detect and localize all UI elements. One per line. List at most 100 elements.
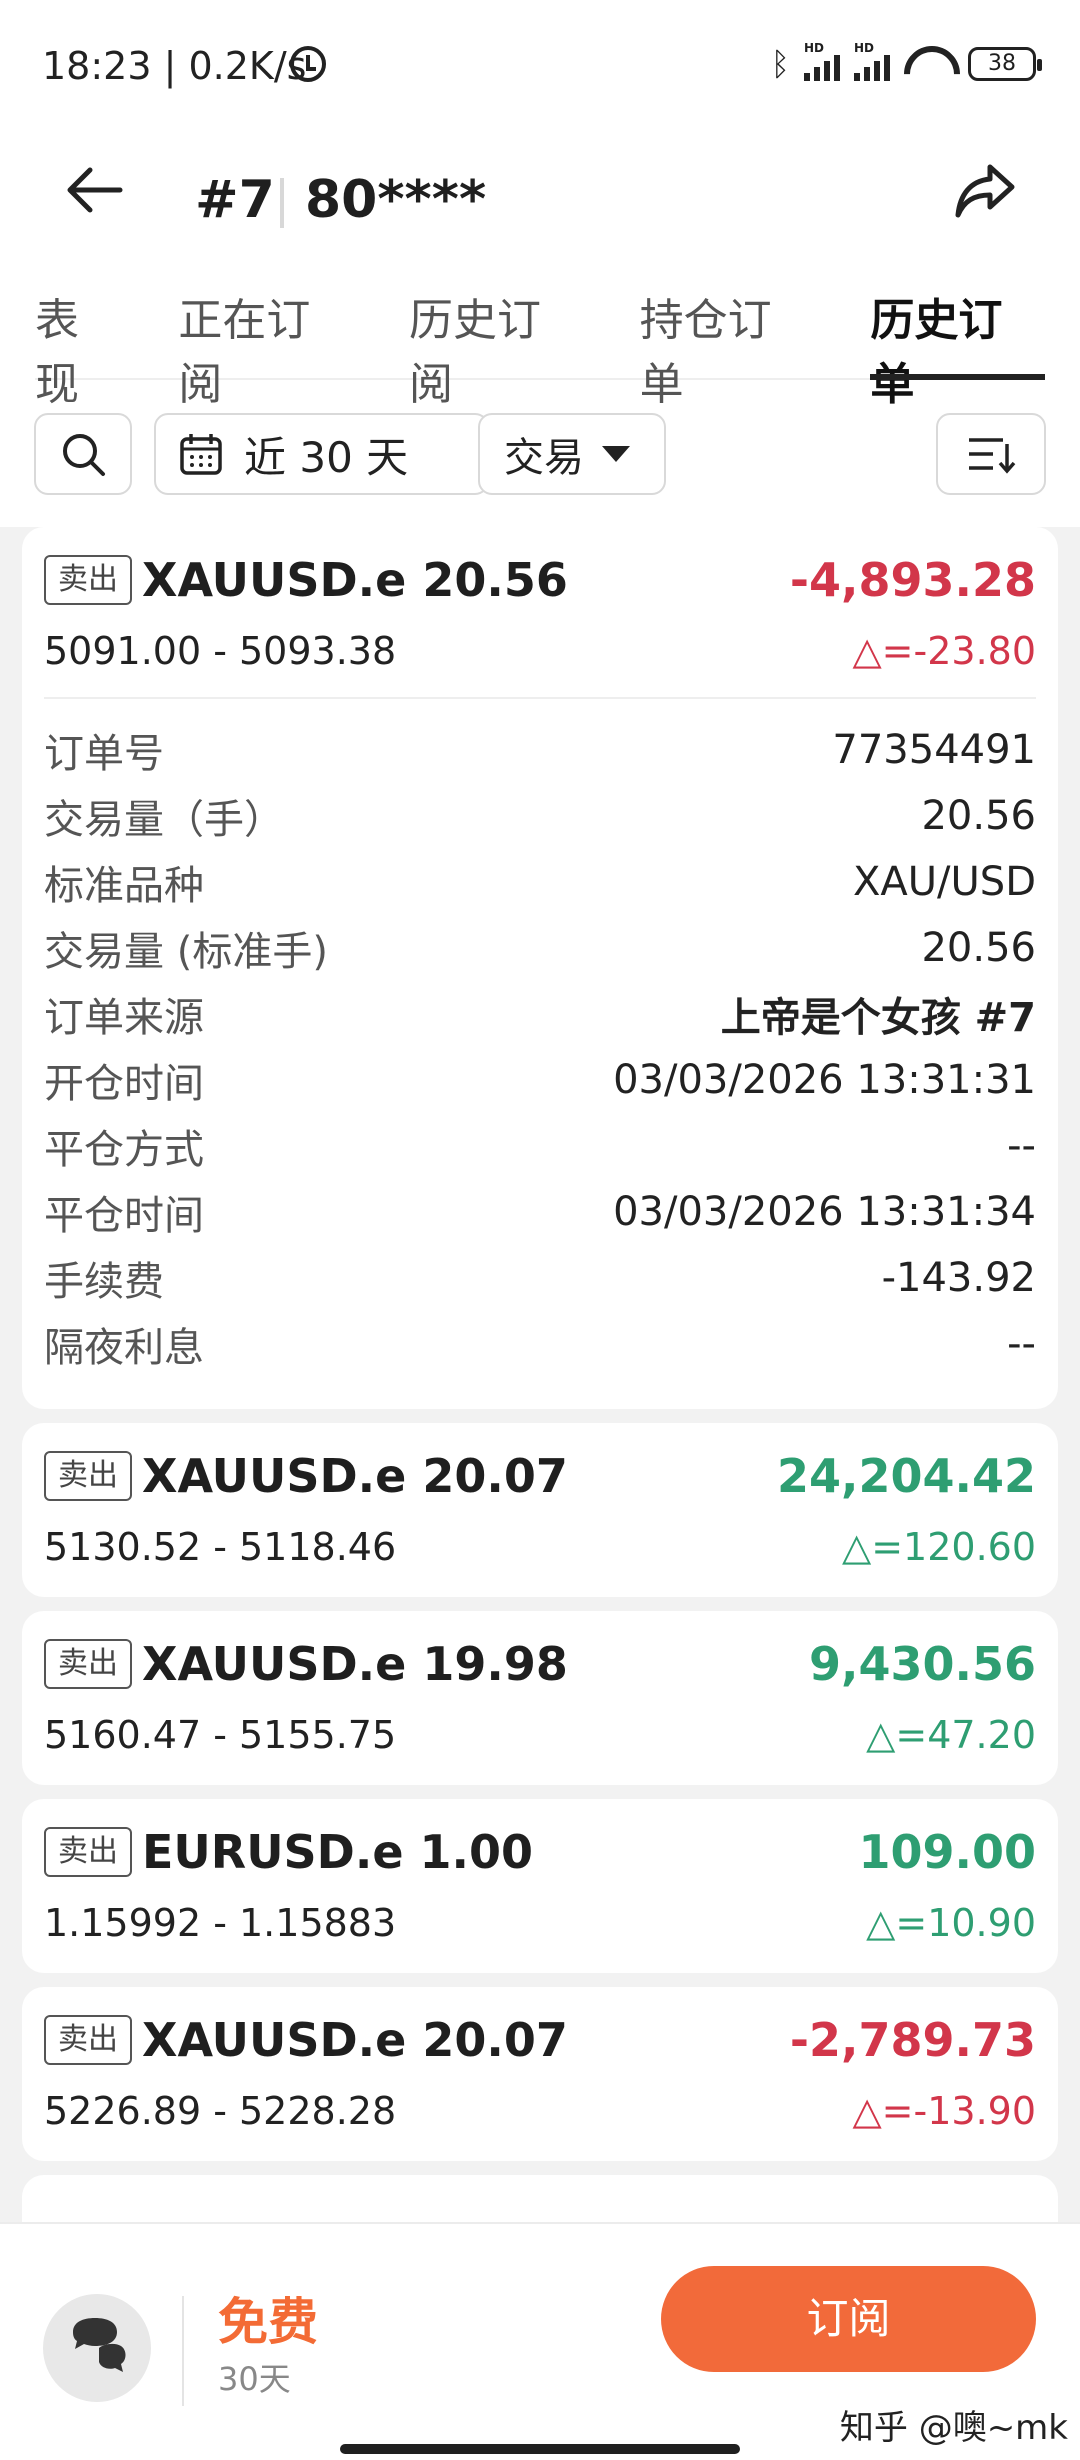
detail-value: XAU/USD [853,859,1036,905]
side-badge: 卖出 [44,1639,132,1689]
detail-row: 开仓时间 03/03/2026 13:31:31 [44,1047,1036,1113]
detail-label: 手续费 [44,1259,164,1305]
detail-row: 平仓时间 03/03/2026 13:31:34 [44,1179,1036,1245]
home-indicator[interactable] [340,2444,740,2454]
type-filter-label: 交易 [504,435,584,481]
tab-open-positions[interactable]: 持仓订单 [640,270,815,410]
order-delta: △=10.90 [866,1901,1036,1945]
status-time: 18:23 | 0.2K/s [42,44,307,88]
order-card[interactable]: 卖出 XAUUSD.e 20.56 -4,893.28 5091.00 - 50… [22,527,1058,1409]
order-prices: 5226.89 - 5228.28 [44,2089,397,2133]
order-symbol: XAUUSD.e 20.56 [142,553,568,607]
detail-label: 标准品种 [44,863,204,909]
app-header: #7 80**** [0,130,1080,250]
subscribe-button[interactable]: 订阅 [661,2266,1036,2372]
detail-label: 平仓方式 [44,1127,204,1173]
tab-history-subscriptions[interactable]: 历史订阅 [409,270,584,410]
filter-row: 近 30 天 交易 [34,413,1046,495]
detail-label: 订单号 [44,731,164,777]
detail-value: -- [1007,1123,1036,1169]
bluetooth-icon: ᛒ [770,45,790,83]
subscribe-bar: 免费 30天 订阅 知乎 @噢~mk [0,2222,1080,2460]
detail-label: 开仓时间 [44,1061,204,1107]
order-prices: 5130.52 - 5118.46 [44,1525,397,1569]
detail-row: 订单来源 上帝是个女孩 #7 [44,981,1036,1047]
order-card[interactable]: 卖出 XAUUSD.e 19.98 9,430.56 5160.47 - 515… [22,1611,1058,1785]
order-delta: △=-13.90 [852,2089,1036,2133]
bar-divider [182,2296,184,2406]
detail-value: 03/03/2026 13:31:34 [613,1189,1036,1235]
share-icon[interactable] [950,155,1020,225]
detail-label: 平仓时间 [44,1193,204,1239]
order-pnl: -4,893.28 [789,553,1036,607]
side-badge: 卖出 [44,555,132,605]
signal-icon: HD [854,41,890,81]
order-delta: △=-23.80 [852,629,1036,673]
date-range-filter[interactable]: 近 30 天 [154,413,489,495]
tab-bar: 表现 正在订阅 历史订阅 持仓订单 历史订单 [35,270,1045,410]
signal-icon: HD [804,41,840,81]
detail-row: 交易量（手） 20.56 [44,783,1036,849]
order-card[interactable] [22,2175,1058,2222]
search-button[interactable] [34,413,132,495]
alarm-icon [290,46,326,82]
search-icon [63,434,105,476]
status-bar: 18:23 | 0.2K/s ᛒ HD HD 38 [0,0,1080,130]
order-pnl: 9,430.56 [809,1637,1036,1691]
detail-label: 订单来源 [44,995,204,1041]
order-prices: 1.15992 - 1.15883 [44,1901,397,1945]
order-symbol: EURUSD.e 1.00 [142,1825,534,1879]
detail-label: 交易量（手） [44,797,284,843]
side-badge: 卖出 [44,1827,132,1877]
order-pnl: 109.00 [858,1825,1036,1879]
back-arrow-icon[interactable] [60,155,130,225]
sort-button[interactable] [936,413,1046,495]
battery-icon: 38 [968,47,1042,81]
caret-down-icon [602,446,630,462]
account-id: #7 [195,170,275,230]
type-filter-dropdown[interactable]: 交易 [478,413,666,495]
detail-value: 上帝是个女孩 #7 [720,995,1036,1041]
detail-row: 标准品种 XAU/USD [44,849,1036,915]
detail-row: 平仓方式 -- [44,1113,1036,1179]
detail-row: 订单号 77354491 [44,717,1036,783]
order-symbol: XAUUSD.e 20.07 [142,2013,568,2067]
tab-history-orders[interactable]: 历史订单 [870,270,1045,410]
order-delta: △=47.20 [866,1713,1036,1757]
sort-icon [969,438,1016,474]
side-badge: 卖出 [44,2015,132,2065]
detail-row: 隔夜利息 -- [44,1311,1036,1377]
subscription-period: 30天 [218,2360,291,2398]
date-range-label: 近 30 天 [244,432,409,482]
detail-value: 20.56 [921,793,1036,839]
chat-bubble-icon [73,2318,126,2372]
orders-list: 卖出 XAUUSD.e 20.56 -4,893.28 5091.00 - 50… [0,527,1080,2222]
side-badge: 卖出 [44,1451,132,1501]
detail-row: 手续费 -143.92 [44,1245,1036,1311]
detail-label: 交易量 (标准手) [44,929,328,975]
calendar-icon [180,434,222,475]
tab-active-subscriptions[interactable]: 正在订阅 [178,270,353,410]
title-divider [280,178,284,228]
order-card[interactable]: 卖出 XAUUSD.e 20.07 24,204.42 5130.52 - 51… [22,1423,1058,1597]
watermark: 知乎 @噢~mk [839,2408,1068,2448]
detail-row: 交易量 (标准手) 20.56 [44,915,1036,981]
order-prices: 5160.47 - 5155.75 [44,1713,397,1757]
detail-value: 03/03/2026 13:31:31 [613,1057,1036,1103]
detail-label: 隔夜利息 [44,1325,204,1371]
order-details: 订单号 77354491 交易量（手） 20.56 标准品种 XAU/USD 交… [44,697,1036,1377]
order-pnl: -2,789.73 [789,2013,1036,2067]
subscription-price: 免费 [218,2293,318,2351]
order-card[interactable]: 卖出 EURUSD.e 1.00 109.00 1.15992 - 1.1588… [22,1799,1058,1973]
order-symbol: XAUUSD.e 19.98 [142,1637,568,1691]
detail-value: 77354491 [832,727,1036,773]
detail-value: -143.92 [881,1255,1036,1301]
tab-performance[interactable]: 表现 [35,270,122,410]
order-symbol: XAUUSD.e 20.07 [142,1449,568,1503]
account-number: 80**** [305,170,487,230]
detail-value: 20.56 [921,925,1036,971]
order-delta: △=120.60 [841,1525,1036,1569]
status-icons: ᛒ HD HD 38 [770,41,1042,84]
order-card[interactable]: 卖出 XAUUSD.e 20.07 -2,789.73 5226.89 - 52… [22,1987,1058,2161]
chat-button[interactable] [43,2294,151,2402]
